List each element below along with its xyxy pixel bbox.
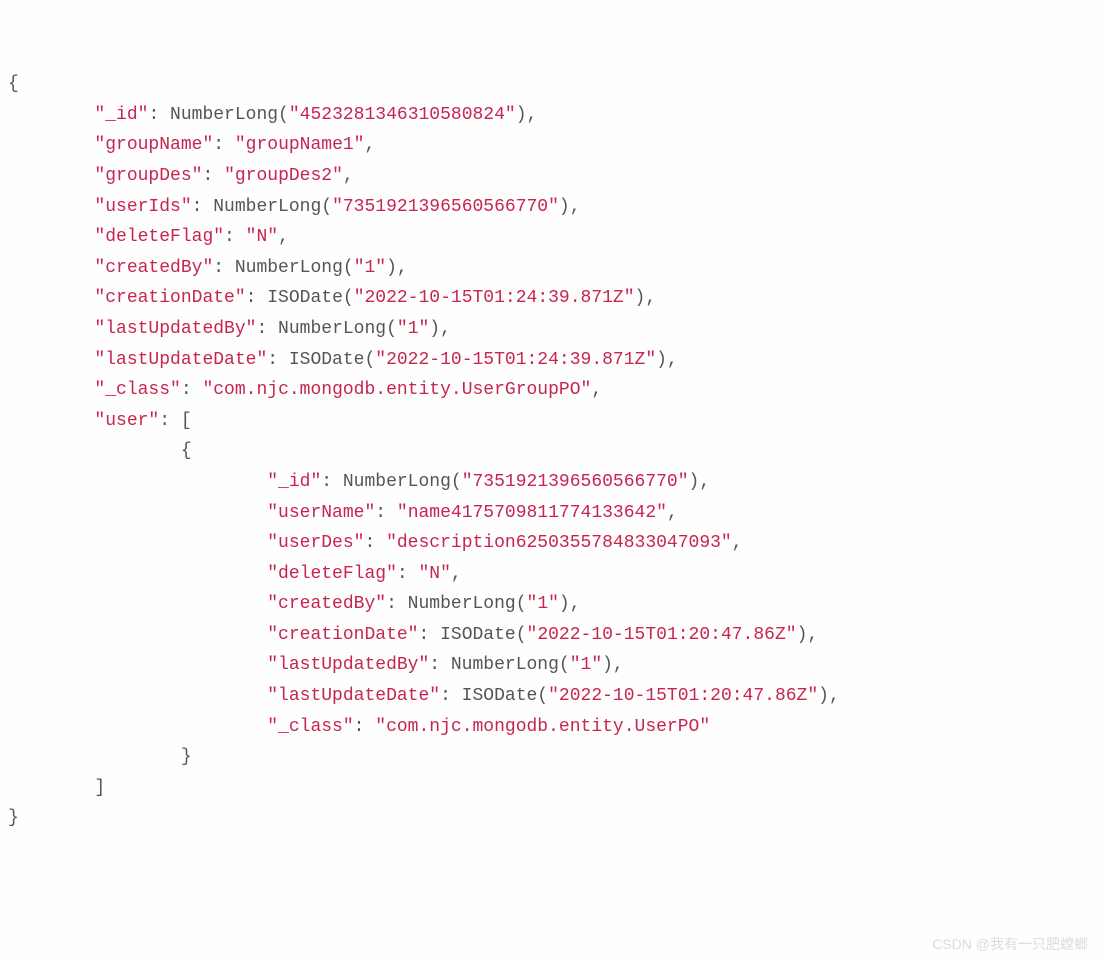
json-code-block: { "_id": NumberLong("4523281346310580824… xyxy=(8,69,1096,834)
watermark-label: CSDN @我有一只肥螳螂 xyxy=(932,933,1088,957)
